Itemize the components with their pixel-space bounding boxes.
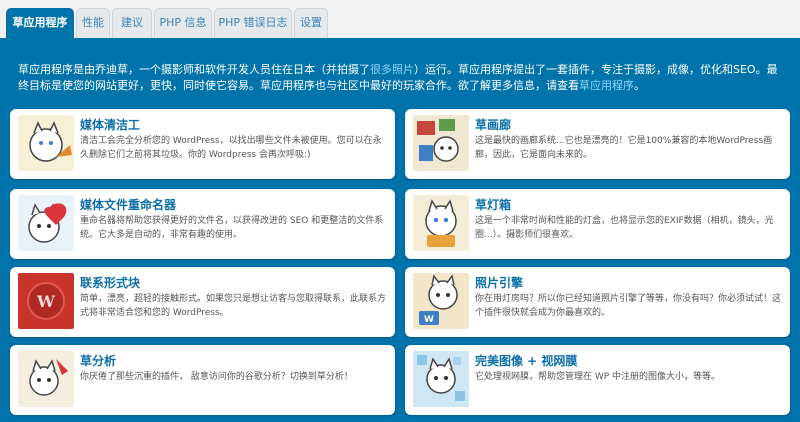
lightbox-icon bbox=[413, 195, 469, 251]
card-title[interactable]: 草灯箱 bbox=[475, 196, 511, 213]
card-description: 你在用灯房吗？所以你已经知道照片引擎了等等，你没有吗？你必须试试！这个插件很快就… bbox=[475, 294, 782, 318]
perfect-images-icon bbox=[413, 351, 469, 407]
plugin-card-photo-engine[interactable]: W 照片引擎 你在用灯房吗？所以你已经知道照片引擎了等等，你没有吗？你必须试试！… bbox=[405, 267, 790, 337]
plugin-card-media-cleaner[interactable]: 媒体清洁工 清洁工会完全分析您的 WordPress，以找出哪些文件未被使用。您… bbox=[10, 109, 395, 179]
card-title[interactable]: 联系形式块 bbox=[80, 274, 140, 291]
card-title[interactable]: 完美图像 + 视网膜 bbox=[475, 352, 577, 369]
card-title[interactable]: 媒体文件重命名器 bbox=[80, 196, 176, 213]
analytics-icon bbox=[18, 351, 74, 407]
card-description: 这是一个非常时尚和性能的灯盒，也将显示您的EXIF数据（相机，镜头，光圈...）… bbox=[475, 216, 774, 240]
meow-apps-link[interactable]: 草应用程序 bbox=[579, 79, 634, 92]
card-description: 它处理视网膜，帮助您管理在 WP 中注册的图像大小，等等。 bbox=[475, 372, 721, 382]
svg-text:W: W bbox=[424, 315, 434, 325]
many-photos-link[interactable]: 很多照片 bbox=[370, 63, 414, 76]
tab-php-info[interactable]: PHP 信息 bbox=[154, 8, 212, 38]
card-description: 重命名器将帮助您获得更好的文件名，以获得改进的 SEO 和更整洁的文件系统。它大… bbox=[80, 216, 384, 240]
card-description: 简单，漂亮，超轻的接触形式。如果您只是想让访客与您取得联系，此联系方式将非常适合… bbox=[80, 294, 387, 318]
media-cleaner-icon bbox=[18, 115, 74, 171]
tab-performance[interactable]: 性能 bbox=[76, 8, 110, 38]
tab-php-error-logs[interactable]: PHP 错误日志 bbox=[214, 8, 292, 38]
intro-text: 草应用程序是由乔迪草，一个摄影师和软件开发人员住在日本（并拍摄了很多照片）运行。… bbox=[18, 62, 786, 94]
main-panel: 草应用程序是由乔迪草，一个摄影师和软件开发人员住在日本（并拍摄了很多照片）运行。… bbox=[0, 38, 800, 422]
plugin-card-perfect-images[interactable]: 完美图像 + 视网膜 它处理视网膜，帮助您管理在 WP 中注册的图像大小，等等。 bbox=[405, 345, 790, 415]
tab-settings[interactable]: 设置 bbox=[294, 8, 328, 38]
intro-part3: 。 bbox=[634, 79, 645, 92]
tab-bar: 草应用程序 性能 建议 PHP 信息 PHP 错误日志 设置 bbox=[0, 0, 800, 38]
card-title[interactable]: 照片引擎 bbox=[475, 274, 523, 291]
contact-form-icon: W bbox=[18, 273, 74, 329]
plugin-card-gallery[interactable]: 草画廊 这是最快的画廊系统...它也是漂亮的！它是100%兼容的本地WordPr… bbox=[405, 109, 790, 179]
file-renamer-icon bbox=[18, 195, 74, 251]
photo-engine-icon: W bbox=[413, 273, 469, 329]
tab-meow-apps[interactable]: 草应用程序 bbox=[6, 8, 74, 38]
intro-part1: 草应用程序是由乔迪草，一个摄影师和软件开发人员住在日本（并拍摄了 bbox=[18, 63, 370, 76]
plugin-card-file-renamer[interactable]: 媒体文件重命名器 重命名器将帮助您获得更好的文件名，以获得改进的 SEO 和更整… bbox=[10, 189, 395, 259]
card-description: 清洁工会完全分析您的 WordPress，以找出哪些文件未被使用。您可以在永久删… bbox=[80, 136, 382, 160]
gallery-icon bbox=[413, 115, 469, 171]
tab-recommendations[interactable]: 建议 bbox=[112, 8, 152, 38]
plugin-card-contact-form[interactable]: W 联系形式块 简单，漂亮，超轻的接触形式。如果您只是想让访客与您取得联系，此联… bbox=[10, 267, 395, 337]
plugin-card-lightbox[interactable]: 草灯箱 这是一个非常时尚和性能的灯盒，也将显示您的EXIF数据（相机，镜头，光圈… bbox=[405, 189, 790, 259]
svg-text:W: W bbox=[36, 292, 56, 311]
card-description: 这是最快的画廊系统...它也是漂亮的！它是100%兼容的本地WordPress画… bbox=[475, 136, 773, 160]
card-description: 你厌倦了那些沉重的插件， 敌意访问你的谷歌分析？切换到草分析！ bbox=[80, 372, 353, 382]
plugin-card-analytics[interactable]: 草分析 你厌倦了那些沉重的插件， 敌意访问你的谷歌分析？切换到草分析！ bbox=[10, 345, 395, 415]
card-title[interactable]: 草画廊 bbox=[475, 116, 511, 133]
card-title[interactable]: 媒体清洁工 bbox=[80, 116, 140, 133]
card-title[interactable]: 草分析 bbox=[80, 352, 116, 369]
